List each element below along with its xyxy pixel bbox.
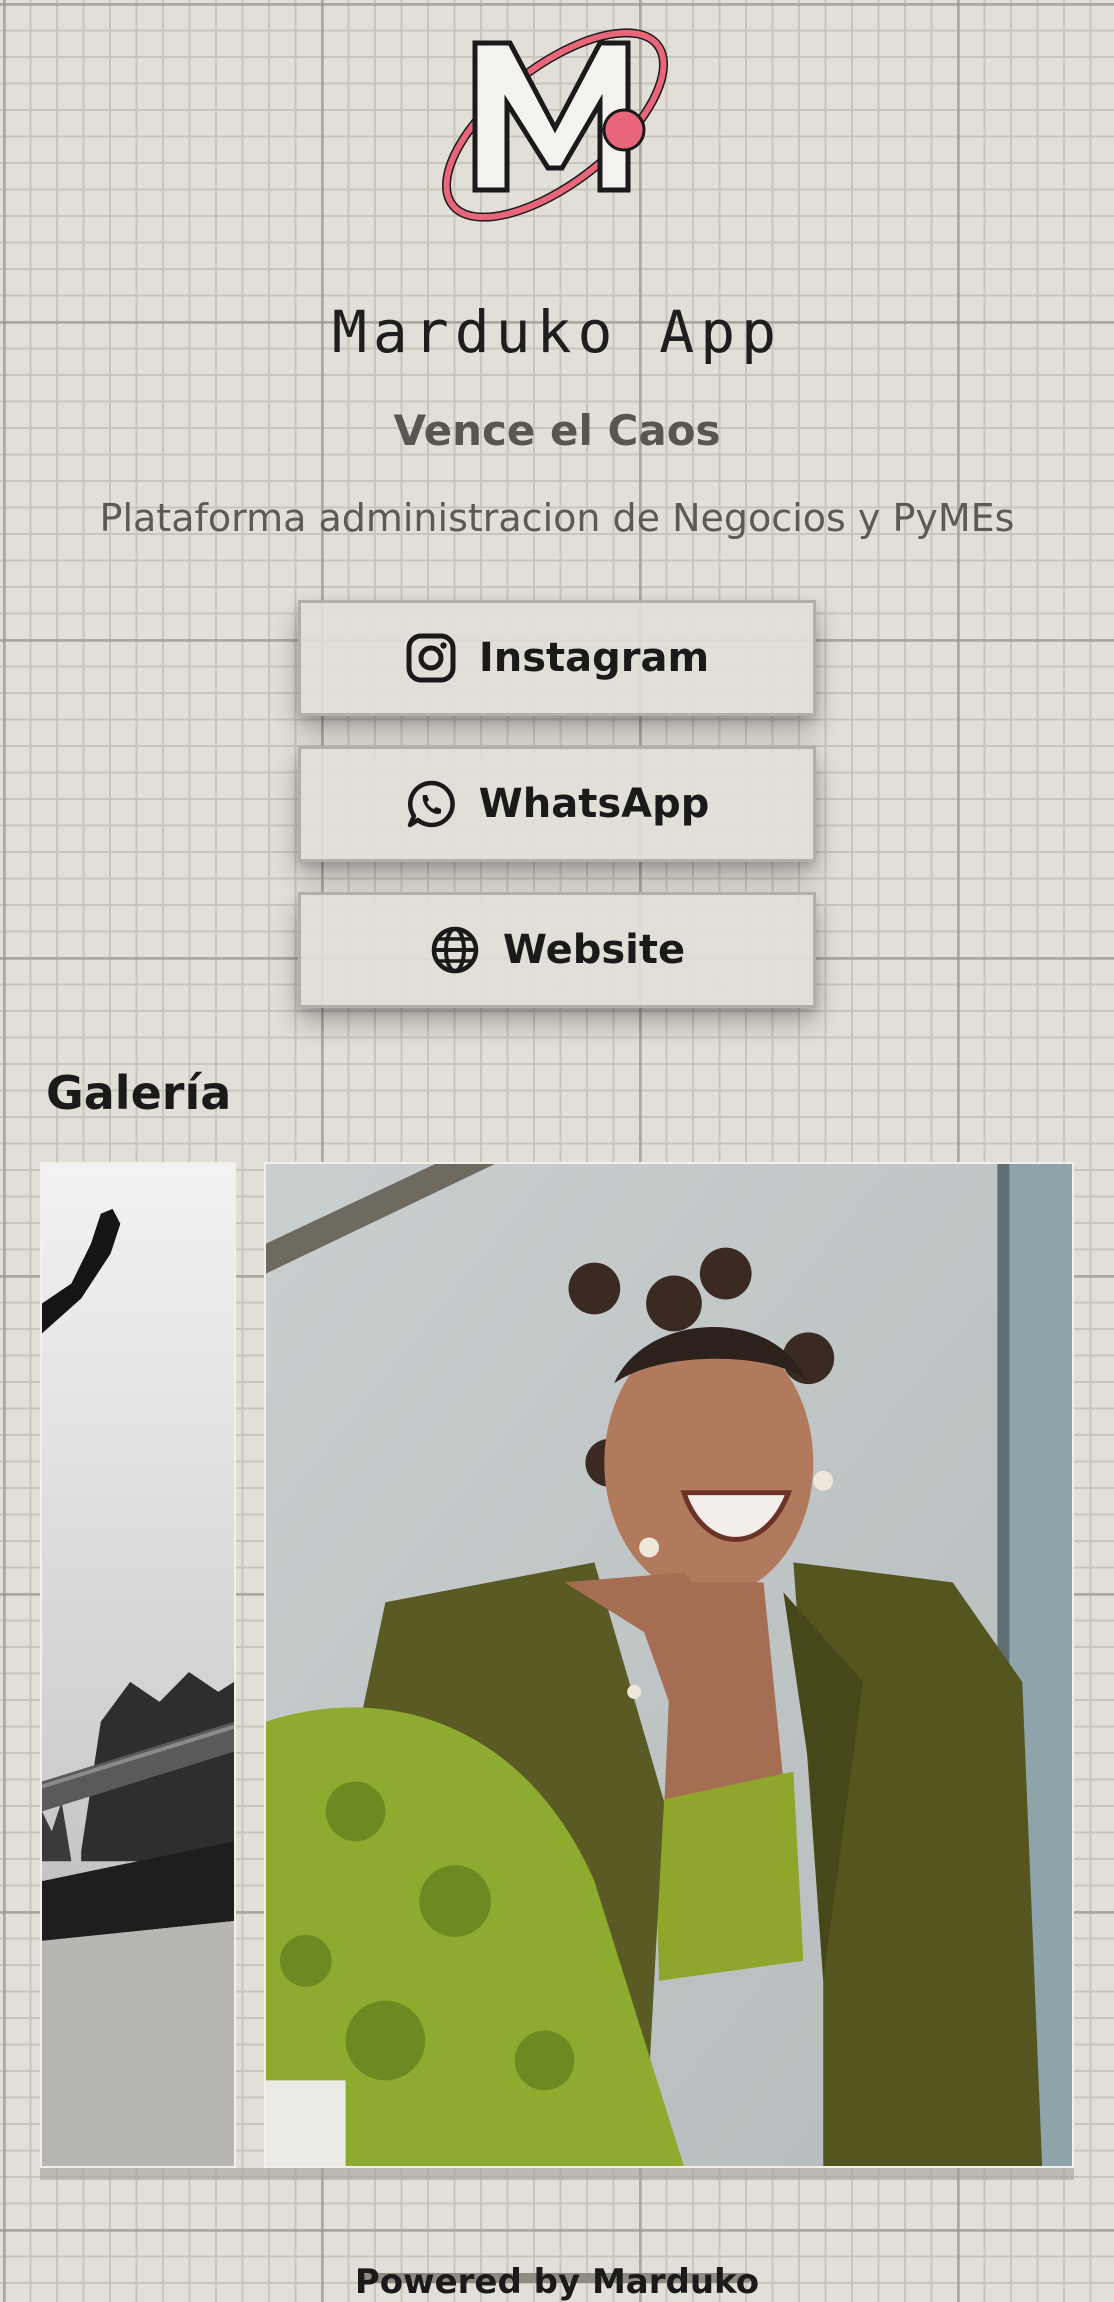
whatsapp-button[interactable]: WhatsApp [298,746,816,862]
skateboarder-photo[interactable] [40,1162,236,2168]
footer-text[interactable]: Powered by Marduko [355,2262,759,2302]
instagram-button[interactable]: Instagram [298,600,816,716]
website-button[interactable]: Website [298,892,816,1008]
laughing-woman-photo[interactable] [264,1162,1074,2168]
app-title: Marduko App [331,298,783,366]
gallery-shadow [40,2168,1074,2180]
description: Plataforma administracion de Negocios y … [99,496,1015,540]
whatsapp-icon [405,778,457,830]
whatsapp-label: WhatsApp [478,781,710,827]
marduko-logo [430,8,680,238]
footer: Powered by Marduko [0,2262,1114,2302]
gallery-carousel[interactable] [40,1162,1074,2172]
instagram-label: Instagram [478,635,710,681]
globe-icon [429,924,481,976]
gallery-title: Galería [46,1066,232,1120]
tagline: Vence el Caos [393,406,721,455]
website-label: Website [502,927,686,973]
instagram-icon [405,632,457,684]
